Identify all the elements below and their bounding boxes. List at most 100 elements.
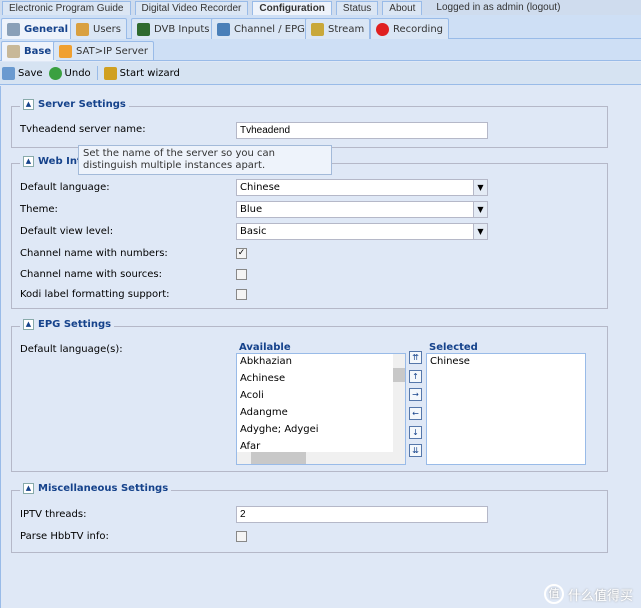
wizard-label: Start wizard (119, 67, 180, 79)
watermark: 值什么值得买 (543, 584, 633, 604)
collapse-icon[interactable]: ▲ (23, 156, 34, 167)
tab-label: Recording (393, 23, 444, 35)
tab-base[interactable]: Base (1, 41, 58, 61)
list-item[interactable]: Adangme (237, 405, 405, 422)
move-bottom-button[interactable]: ⇊ (409, 444, 422, 457)
section-header[interactable]: ▲ EPG Settings (20, 319, 115, 330)
theme-select[interactable]: Blue ▼ (236, 201, 488, 218)
dvb-card-icon (137, 22, 150, 36)
sub-tab-bar: Base SAT>IP Server (0, 39, 641, 61)
tab-recording[interactable]: Recording (370, 18, 450, 39)
save-label: Save (18, 67, 43, 79)
server-name-input[interactable] (236, 122, 488, 139)
tab-status[interactable]: Status (335, 1, 379, 15)
save-icon (2, 66, 15, 80)
undo-button[interactable]: Undo (48, 66, 91, 80)
section-title: Server Settings (38, 99, 126, 110)
wand-icon (103, 66, 117, 80)
toolbar: Save Undo Start wizard (0, 62, 641, 85)
save-button[interactable]: Save (2, 66, 43, 80)
available-list[interactable]: Abkhazian Achinese Acoli Adangme Adyghe;… (236, 353, 406, 465)
server-name-label: Tvheadend server name: (20, 124, 146, 135)
tab-channel-epg[interactable]: Channel / EPG (211, 18, 311, 39)
users-icon (76, 22, 89, 36)
collapse-icon[interactable]: ▲ (23, 483, 34, 494)
list-item[interactable]: Achinese (237, 371, 405, 388)
available-header: Available (239, 342, 291, 353)
satip-icon (59, 44, 72, 58)
start-wizard-button[interactable]: Start wizard (103, 66, 180, 80)
move-up-button[interactable]: ↑ (409, 370, 422, 383)
tab-label: SAT>IP Server (76, 45, 149, 57)
tab-dvb-inputs[interactable]: DVB Inputs (131, 18, 216, 39)
theme-label: Theme: (20, 204, 58, 215)
watermark-logo: 值 (543, 584, 564, 604)
selected-header: Selected (429, 342, 478, 353)
channel-numbers-checkbox[interactable]: ✓ (236, 248, 247, 259)
horizontal-scrollbar[interactable] (237, 452, 405, 464)
collapse-icon[interactable]: ▲ (23, 319, 34, 330)
tooltip: Set the name of the server so you can di… (78, 145, 332, 175)
iptv-threads-input[interactable] (236, 506, 488, 523)
kodi-checkbox[interactable] (236, 289, 247, 300)
add-button[interactable]: → (409, 388, 422, 401)
tab-general[interactable]: General (1, 18, 74, 40)
collapse-icon[interactable]: ▲ (23, 99, 34, 110)
channel-sources-checkbox[interactable] (236, 269, 247, 280)
chevron-down-icon[interactable]: ▼ (473, 224, 487, 239)
move-top-button[interactable]: ⇈ (409, 351, 422, 364)
login-text: Logged in as admin (logout) (432, 1, 564, 15)
web-interface-section: ▲ Web Int Default language: Chinese ▼ Them… (11, 156, 608, 309)
kodi-label: Kodi label formatting support: (20, 289, 170, 300)
tab-stream[interactable]: Stream (305, 18, 371, 39)
vertical-scrollbar[interactable] (393, 354, 405, 452)
channel-numbers-label: Channel name with numbers: (20, 248, 168, 259)
tab-users[interactable]: Users (70, 18, 128, 39)
tab-label: Stream (328, 23, 365, 35)
epg-language-label: Default language(s): (20, 344, 123, 355)
list-item[interactable]: Adyghe; Adygei (237, 422, 405, 439)
hbbtv-label: Parse HbbTV info: (20, 531, 109, 542)
default-language-label: Default language: (20, 182, 110, 193)
section-header[interactable]: ▲ Web Int (20, 156, 85, 167)
selected-list[interactable]: Chinese (426, 353, 586, 465)
scroll-thumb[interactable] (251, 452, 306, 464)
toolbar-separator (96, 66, 98, 80)
default-language-select[interactable]: Chinese ▼ (236, 179, 488, 196)
undo-icon (48, 66, 62, 80)
section-header[interactable]: ▲ Miscellaneous Settings (20, 483, 172, 494)
move-down-button[interactable]: ↓ (409, 426, 422, 439)
tab-label: General (24, 24, 68, 35)
select-value: Basic (240, 226, 267, 237)
chevron-down-icon[interactable]: ▼ (473, 202, 487, 217)
section-title: Miscellaneous Settings (38, 483, 169, 494)
tab-epg[interactable]: Electronic Program Guide (2, 1, 131, 15)
section-header[interactable]: ▲ Server Settings (20, 99, 129, 110)
list-item[interactable]: Chinese (427, 354, 585, 371)
undo-label: Undo (64, 67, 91, 79)
list-item[interactable]: Abkhazian (237, 354, 405, 371)
section-title: Web Int (38, 156, 82, 167)
tab-label: DVB Inputs (154, 23, 210, 35)
tab-satip-server[interactable]: SAT>IP Server (53, 41, 155, 60)
iptv-threads-label: IPTV threads: (20, 509, 87, 520)
server-settings-section: ▲ Server Settings Tvheadend server name: (11, 99, 608, 148)
view-level-select[interactable]: Basic ▼ (236, 223, 488, 240)
channel-sources-label: Channel name with sources: (20, 269, 162, 280)
tab-label: Users (93, 23, 122, 35)
watermark-text: 什么值得买 (567, 588, 633, 604)
list-item[interactable]: Acoli (237, 388, 405, 405)
chevron-down-icon[interactable]: ▼ (473, 180, 487, 195)
remove-button[interactable]: ← (409, 407, 422, 420)
stream-icon (311, 22, 324, 36)
logout-link[interactable]: (logout) (527, 2, 561, 13)
misc-settings-section: ▲ Miscellaneous Settings IPTV threads: Pa… (11, 483, 608, 553)
scroll-thumb[interactable] (393, 368, 405, 382)
tab-configuration[interactable]: Configuration (252, 1, 332, 15)
rec-icon (376, 22, 389, 36)
tab-label: Base (24, 46, 52, 57)
tab-dvr[interactable]: Digital Video Recorder (134, 1, 249, 15)
hbbtv-checkbox[interactable] (236, 531, 247, 542)
tv-icon (217, 22, 230, 36)
tab-about[interactable]: About (382, 1, 423, 15)
